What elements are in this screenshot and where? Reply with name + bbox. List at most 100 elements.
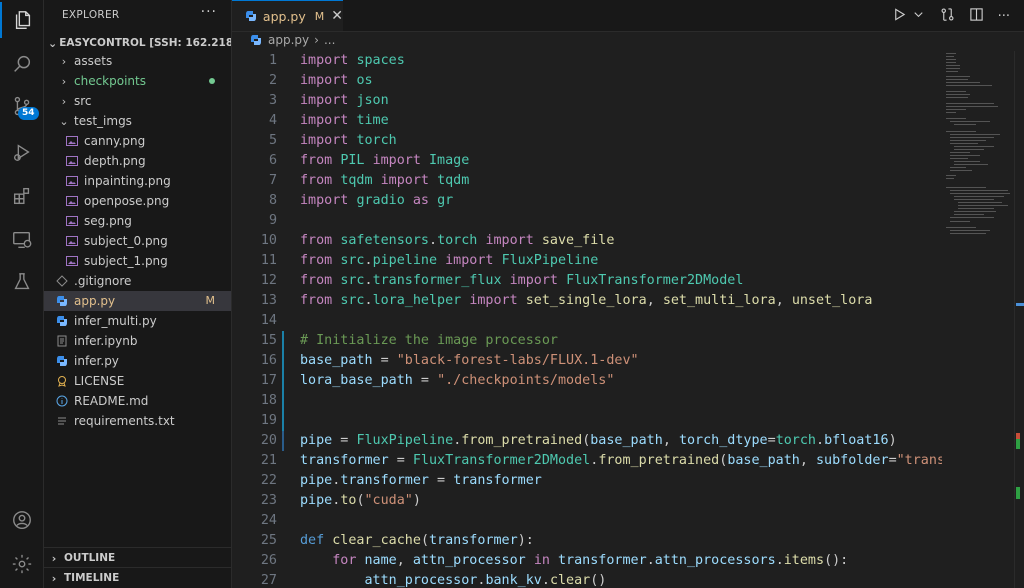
workspace-root[interactable]: ⌄ EASYCONTROL [SSH: 162.218.... (48, 34, 231, 52)
tree-file-requirements-txt[interactable]: requirements.txt (44, 411, 231, 431)
tree-file-depth-png[interactable]: depth.png (44, 151, 231, 171)
tree-file-license[interactable]: LICENSE (44, 371, 231, 391)
code-line: 6 from PIL import Image (268, 153, 470, 168)
breadcrumb: app.py › ... (248, 33, 335, 47)
tree-file-seg-png[interactable]: seg.png (44, 211, 231, 231)
tree-file-subject-0-png[interactable]: subject_0.png (44, 231, 231, 251)
image-file-icon (64, 195, 80, 207)
image-file-icon (64, 215, 80, 227)
compare-changes-icon[interactable] (940, 7, 955, 26)
image-file-icon (64, 135, 80, 147)
minimap[interactable] (942, 51, 1014, 588)
tree-file-gitignore[interactable]: .gitignore (44, 271, 231, 291)
code-line: 22 pipe.transformer = transformer (260, 473, 542, 488)
python-file-icon (244, 10, 259, 22)
chevron-down-icon: ⌄ (48, 36, 58, 50)
code-line: 23 pipe.to("cuda") (260, 493, 421, 508)
tree-file-app-py[interactable]: app.py M (44, 291, 231, 311)
tree-folder-src[interactable]: › src (44, 91, 231, 111)
scrollbar-marker (1016, 439, 1020, 449)
tree-folder-checkpoints[interactable]: › checkpoints (44, 71, 231, 91)
run-debug-icon[interactable] (0, 134, 43, 170)
code-line: 9 (268, 213, 277, 228)
git-file-icon (54, 275, 70, 287)
chevron-down-icon[interactable] (911, 7, 926, 26)
code-line: 20 pipe = FluxPipeline.from_pretrained(ba… (260, 433, 897, 448)
testing-icon[interactable] (0, 264, 43, 300)
remote-explorer-icon[interactable] (0, 222, 43, 258)
tree-file-infer-ipynb[interactable]: infer.ipynb (44, 331, 231, 351)
code-line: 25 def clear_cache(transformer): (260, 533, 534, 548)
search-icon[interactable] (0, 46, 43, 82)
tree-folder-assets[interactable]: › assets (44, 51, 231, 71)
code-line: 19 (260, 413, 277, 428)
chevron-right-icon: › (61, 54, 67, 68)
license-file-icon (54, 375, 70, 387)
image-file-icon (64, 155, 80, 167)
code-line: 17 lora_base_path = "./checkpoints/models… (260, 373, 615, 388)
outline-section[interactable]: › OUTLINE (44, 547, 231, 568)
settings-gear-icon[interactable] (0, 546, 43, 582)
tab-app-py[interactable]: app.py M ✕ (232, 0, 343, 31)
close-icon[interactable]: ✕ (331, 8, 343, 24)
scrollbar-marker (1016, 303, 1024, 306)
split-editor-icon[interactable] (969, 7, 984, 26)
python-file-icon (54, 295, 70, 307)
code-line: 8 import gradio as gr (268, 193, 454, 208)
more-actions-icon[interactable]: ··· (998, 9, 1010, 24)
chevron-down-icon: ⌄ (59, 114, 69, 128)
image-file-icon (64, 235, 80, 247)
tree-file-infer-multi-py[interactable]: infer_multi.py (44, 311, 231, 331)
image-file-icon (64, 175, 80, 187)
account-icon[interactable] (0, 502, 43, 538)
tree-file-openpose-png[interactable]: openpose.png (44, 191, 231, 211)
notebook-file-icon (54, 335, 70, 347)
chevron-right-icon: › (61, 94, 67, 108)
code-line: 5 import torch (268, 133, 397, 148)
python-file-icon (248, 34, 264, 46)
breadcrumb-file[interactable]: app.py (268, 33, 309, 47)
tree-file-readme-md[interactable]: README.md (44, 391, 231, 411)
image-file-icon (64, 255, 80, 267)
code-line: 16 base_path = "black-forest-labs/FLUX.1-… (260, 353, 639, 368)
more-actions-icon[interactable]: ··· (201, 4, 217, 20)
chevron-right-icon: › (51, 571, 57, 585)
python-file-icon (54, 315, 70, 327)
code-line: 14 (260, 313, 277, 328)
info-icon (54, 395, 70, 407)
python-file-icon (54, 355, 70, 367)
source-control-badge: 54 (18, 107, 39, 120)
run-icon[interactable] (892, 7, 907, 26)
code-line: 12 from src.transformer_flux import FluxT… (260, 273, 744, 288)
tree-file-infer-py[interactable]: infer.py (44, 351, 231, 371)
breadcrumb-more[interactable]: ... (324, 33, 335, 47)
code-line: 24 (260, 513, 277, 528)
code-editor[interactable]: 1 import spaces 2 import os 3 import json 4… (232, 51, 942, 588)
explorer-title: EXPLORER (62, 9, 120, 21)
code-line: 15 # Initialize the image processor (260, 333, 558, 348)
code-line: 13 from src.lora_helper import set_single… (260, 293, 873, 308)
code-line: 2 import os (268, 73, 373, 88)
code-line: 10 from safetensors.torch import save_fil… (260, 233, 615, 248)
tab-modified-badge: M (314, 9, 325, 23)
scrollbar-marker (1016, 487, 1020, 499)
timeline-section[interactable]: › TIMELINE (44, 567, 231, 588)
code-line: 18 (260, 393, 277, 408)
code-line: 3 import json (268, 93, 389, 108)
code-line: 26 for name, attn_processor in transform… (260, 553, 849, 568)
activity-bar: 54 (0, 0, 44, 588)
vertical-scrollbar[interactable] (1014, 51, 1024, 588)
code-line: 27 attn_processor.bank_kv.clear() (260, 573, 607, 588)
git-modified-badge: M (205, 294, 216, 307)
code-line: 1 import spaces (268, 53, 405, 68)
explorer-icon[interactable] (0, 2, 43, 38)
git-untracked-dot (209, 78, 215, 84)
tree-file-canny-png[interactable]: canny.png (44, 131, 231, 151)
code-line: 11 from src.pipeline import FluxPipeline (260, 253, 599, 268)
extensions-icon[interactable] (0, 178, 43, 214)
chevron-right-icon: › (61, 74, 67, 88)
tree-file-inpainting-png[interactable]: inpainting.png (44, 171, 231, 191)
tree-folder-test-imgs[interactable]: ⌄ test_imgs (44, 111, 231, 131)
tree-file-subject-1-png[interactable]: subject_1.png (44, 251, 231, 271)
code-line: 4 import time (268, 113, 389, 128)
